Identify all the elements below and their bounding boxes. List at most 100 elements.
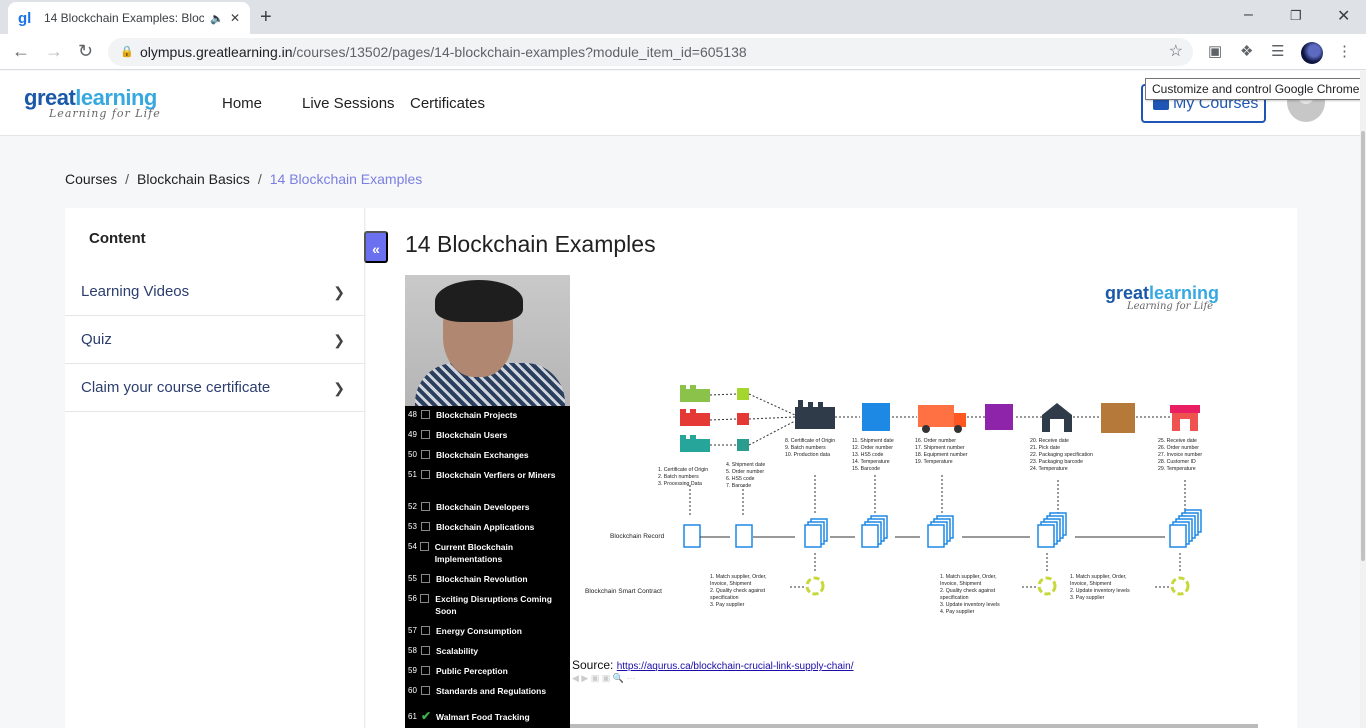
contract-step-label: specification: [710, 595, 739, 601]
topic-label: Blockchain Verfiers or Miners: [436, 470, 556, 480]
container-blue-icon: [862, 403, 890, 431]
topic-label: Public Perception: [436, 666, 508, 676]
media-control-icon[interactable]: ☰: [1271, 42, 1284, 60]
checkbox-icon: [421, 470, 430, 479]
box-purple-icon: [985, 404, 1013, 430]
slide-controls[interactable]: ◀ ▶ ▣ ▣ 🔍 ⋯: [572, 673, 636, 684]
source-label: Source:: [572, 658, 614, 672]
collapse-sidebar-button[interactable]: «: [364, 231, 388, 263]
video-topic-item[interactable]: 50 Blockchain Exchanges: [408, 449, 568, 461]
extension-icon[interactable]: ▣: [1208, 42, 1222, 60]
checkbox-icon: [421, 502, 430, 511]
topic-label: Blockchain Projects: [436, 410, 518, 420]
instructor-webcam: [405, 275, 570, 408]
source-link[interactable]: https://aqurus.ca/blockchain-crucial-lin…: [617, 661, 854, 672]
sidebar-item-label: Claim your course certificate: [81, 379, 271, 396]
contract-step-label: 3. Pay supplier: [710, 602, 745, 608]
topic-label: Blockchain Applications: [436, 522, 535, 532]
nav-certificates[interactable]: Certificates: [410, 95, 485, 112]
sidebar-item-learning-videos[interactable]: Learning Videos ❯: [65, 268, 365, 316]
speaker-icon[interactable]: 🔈: [210, 12, 224, 25]
chrome-menu-icon[interactable]: ⋮: [1337, 42, 1352, 60]
box-green-icon: [737, 388, 749, 400]
topic-label: Current Blockchain Implementations: [434, 542, 514, 564]
topic-label: Energy Consumption: [436, 626, 522, 636]
address-bar[interactable]: 🔒 olympus.greatlearning.in/courses/13502…: [108, 38, 1193, 66]
video-player[interactable]: 48 Blockchain Projects 49 Blockchain Users 5…: [405, 275, 1258, 728]
block-data-label: 19. Temperature: [915, 459, 953, 465]
close-window-icon[interactable]: ✕: [1337, 6, 1350, 26]
restore-icon[interactable]: ❐: [1290, 8, 1302, 24]
page-scrollbar[interactable]: [1360, 71, 1366, 728]
block-data-label: 8. Certificate of Origin: [785, 438, 835, 444]
box-teal-icon: [737, 439, 749, 451]
browser-tab-strip: gl 14 Blockchain Examples: Bloc 🔈 ✕ + – …: [0, 0, 1366, 34]
checkbox-icon: [421, 522, 430, 531]
video-topic-item[interactable]: 59 Public Perception: [408, 665, 568, 677]
bookmark-star-icon[interactable]: ☆: [1169, 38, 1183, 66]
new-tab-button[interactable]: +: [260, 6, 272, 29]
breadcrumb-blockchain-basics[interactable]: Blockchain Basics: [137, 171, 250, 187]
video-topic-item[interactable]: 57 Energy Consumption: [408, 625, 568, 637]
contract-step-label: 1. Match supplier, Order,: [940, 574, 997, 580]
profile-avatar-icon[interactable]: [1301, 42, 1323, 64]
document-icon: [1037, 524, 1055, 548]
puzzle-icon[interactable]: ❖: [1240, 42, 1253, 60]
block-data-label: 15. Barcode: [852, 466, 880, 472]
topic-number: 58: [408, 646, 417, 655]
block-data-label: 28. Customer ID: [1158, 459, 1196, 465]
content-sidebar: Content Learning Videos ❯ Quiz ❯ Claim y…: [65, 208, 365, 728]
video-topic-item[interactable]: 51 Blockchain Verfiers or Miners: [408, 469, 568, 481]
video-topic-item[interactable]: 56 Exciting Disruptions Coming Soon: [408, 593, 568, 617]
topic-label: Walmart Food Tracking: [436, 712, 530, 722]
video-topic-list: 48 Blockchain Projects 49 Blockchain Users 5…: [405, 406, 570, 728]
supply-chain-diagram: 1. Certificate of Origin2. Batch numbers…: [585, 385, 1202, 615]
reload-icon[interactable]: ↻: [78, 41, 93, 62]
video-topic-item[interactable]: 55 Blockchain Revolution: [408, 573, 568, 585]
block-data-label: 13. HS5 code: [852, 452, 884, 458]
sidebar-item-certificate[interactable]: Claim your course certificate ❯: [65, 364, 365, 412]
sidebar-item-label: Learning Videos: [81, 283, 190, 300]
topic-number: 54: [408, 542, 417, 551]
video-topic-item[interactable]: 61 ✔ Walmart Food Tracking: [408, 710, 568, 723]
chevron-down-icon[interactable]: ❯: [333, 268, 345, 316]
video-topic-item[interactable]: 49 Blockchain Users: [408, 429, 568, 441]
contract-step-label: 4. Pay supplier: [940, 609, 975, 615]
contract-step-label: Invoice, Shipment: [1070, 581, 1112, 587]
video-topic-item[interactable]: 53 Blockchain Applications: [408, 521, 568, 533]
topic-number: 56: [408, 594, 417, 603]
video-topic-item[interactable]: 60 Standards and Regulations: [408, 685, 568, 697]
block-data-label: 17. Shipment number: [915, 445, 965, 451]
greatlearning-logo[interactable]: greatlearning Learning for Life: [24, 85, 161, 120]
browser-tab[interactable]: gl 14 Blockchain Examples: Bloc 🔈 ✕: [8, 2, 250, 34]
contract-step-label: 2. Quality check against: [710, 588, 766, 594]
close-tab-icon[interactable]: ✕: [230, 11, 240, 25]
contract-step-label: 1. Match supplier, Order,: [710, 574, 767, 580]
video-progress-bar[interactable]: [570, 724, 1258, 728]
truck-orange-icon: [918, 405, 966, 433]
chevron-down-icon[interactable]: ❯: [333, 316, 345, 364]
block-data-label: 9. Batch numbers: [785, 445, 826, 451]
contract-step-label: 2. Update inventory levels: [1070, 588, 1130, 594]
checkbox-icon: [421, 666, 430, 675]
video-topic-item[interactable]: 48 Blockchain Projects: [408, 409, 568, 421]
video-topic-item[interactable]: 52 Blockchain Developers: [408, 501, 568, 513]
block-data-label: 14. Temperature: [852, 459, 890, 465]
forward-icon[interactable]: →: [45, 41, 63, 62]
nav-home[interactable]: Home: [222, 95, 262, 112]
sidebar-item-quiz[interactable]: Quiz ❯: [65, 316, 365, 364]
minimize-icon[interactable]: –: [1244, 6, 1253, 24]
page-title: 14 Blockchain Examples: [405, 231, 656, 257]
document-icon: [1169, 524, 1187, 548]
video-topic-item[interactable]: 58 Scalability: [408, 645, 568, 657]
scrollbar-thumb[interactable]: [1361, 131, 1365, 561]
topic-label: Scalability: [436, 646, 479, 656]
back-icon[interactable]: ←: [12, 41, 30, 62]
block-data-label: 21. Pick date: [1030, 445, 1060, 451]
video-topic-item[interactable]: 54 Current Blockchain Implementations: [408, 541, 568, 565]
nav-live-sessions[interactable]: Live Sessions: [302, 95, 395, 112]
breadcrumb-courses[interactable]: Courses: [65, 171, 117, 187]
chevron-down-icon[interactable]: ❯: [333, 364, 345, 412]
main-content: 14 Blockchain Examples 48 Blockchain Proj…: [366, 208, 1297, 728]
chrome-menu-tooltip: Customize and control Google Chrome: [1145, 78, 1363, 100]
